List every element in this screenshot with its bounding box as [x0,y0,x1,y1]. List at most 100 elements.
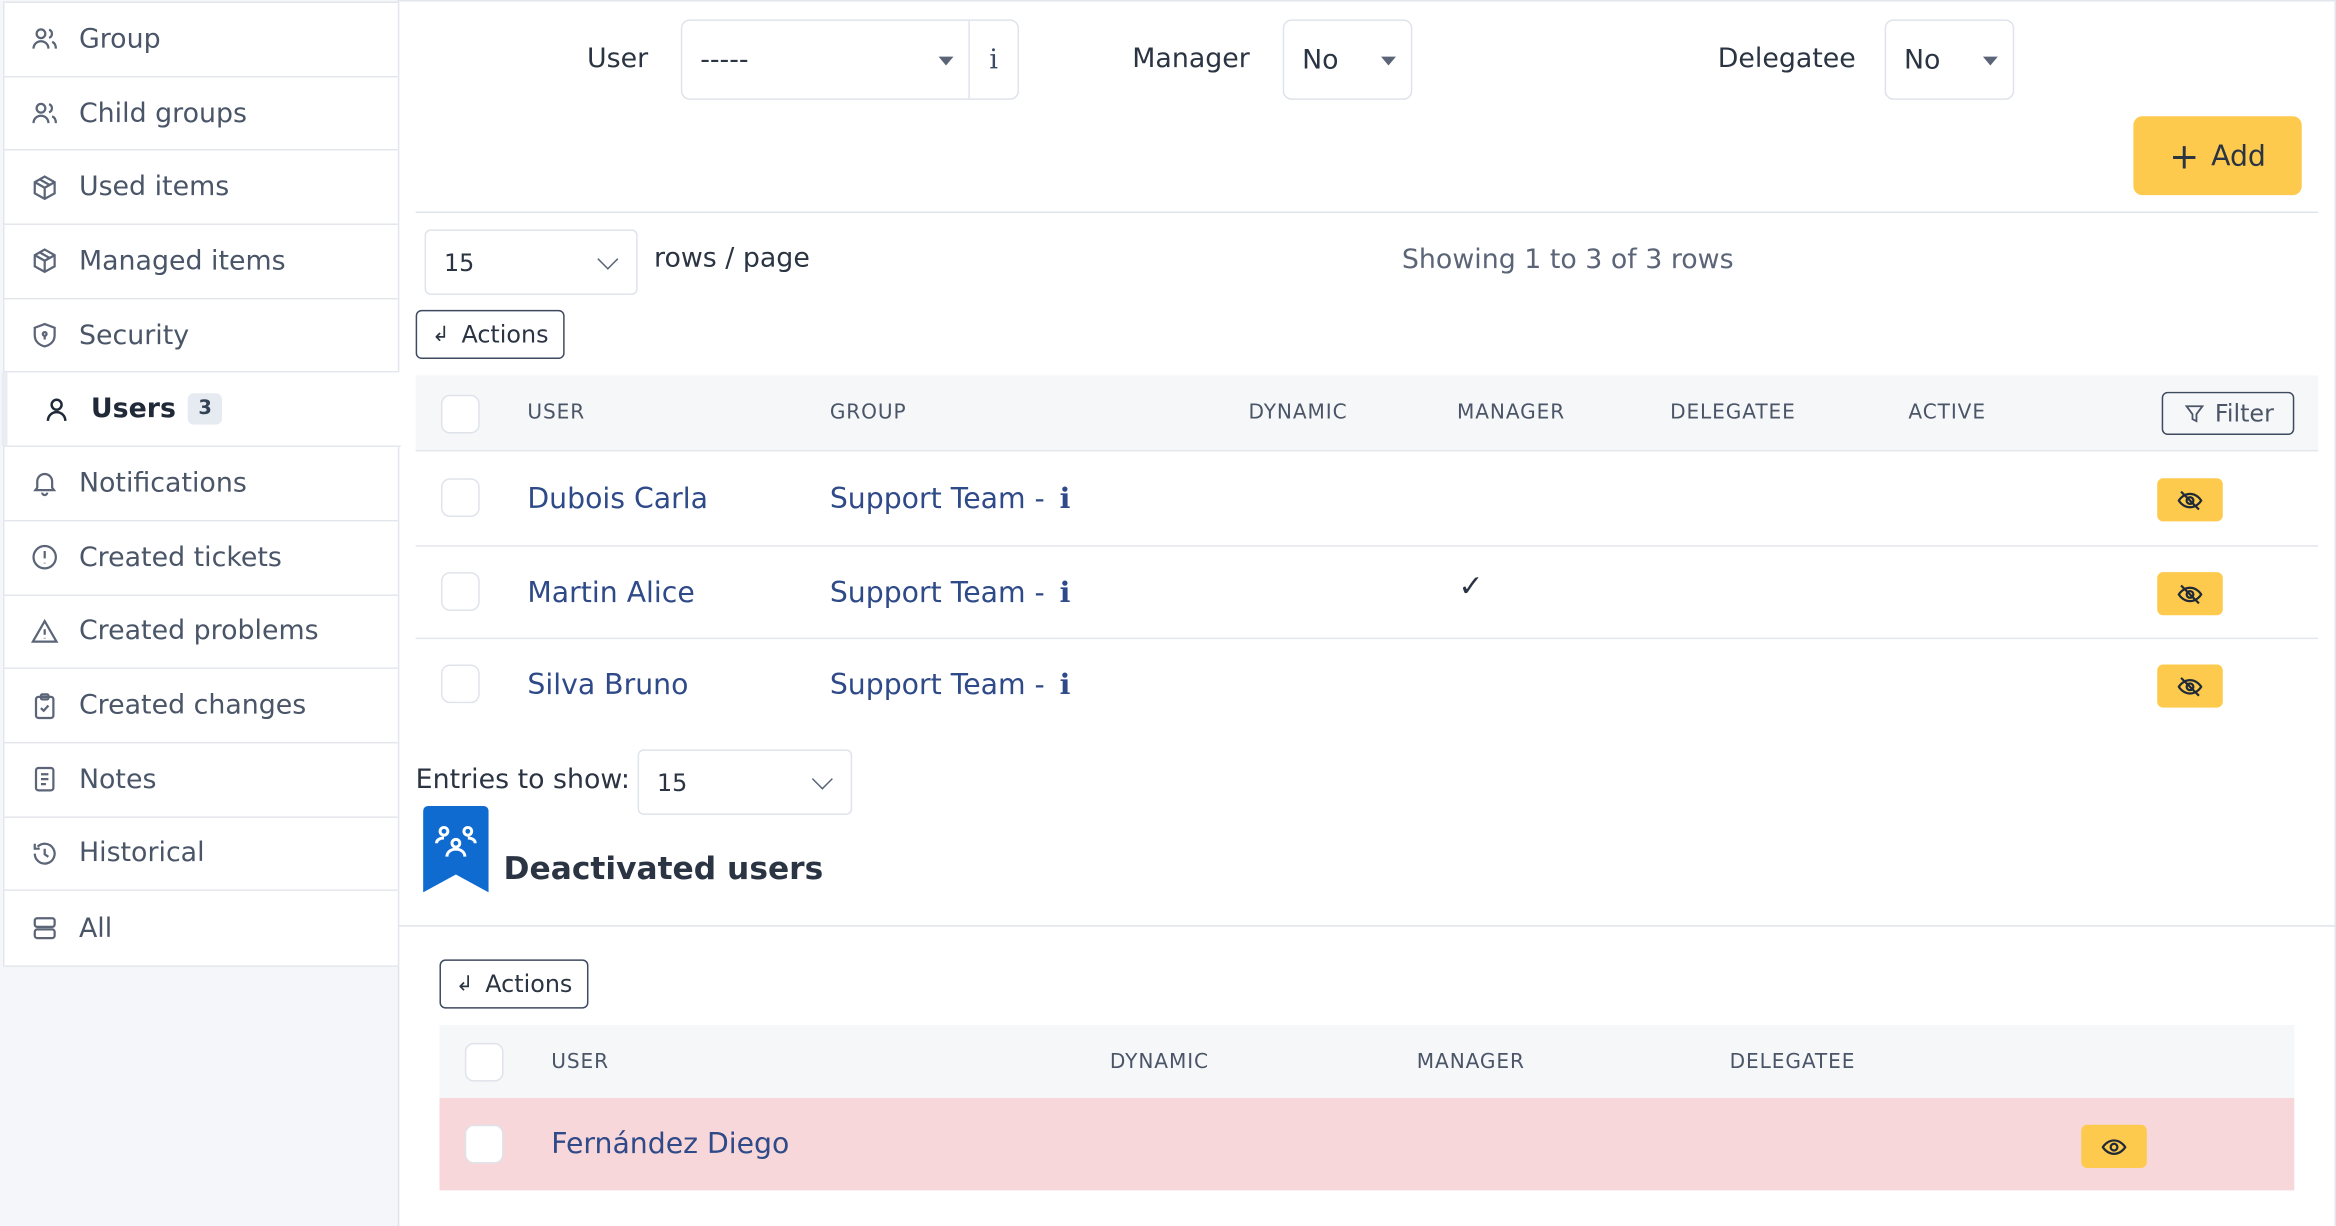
group-link[interactable]: Support Team - i [830,669,1071,702]
sidebar-item-used-items[interactable]: Used items [4,151,398,226]
eye-off-icon [2177,583,2203,604]
entries-label: Entries to show: [415,764,630,796]
eye-off-button[interactable] [2157,478,2223,522]
plus-icon: + [2169,134,2200,177]
select-all-checkbox[interactable] [464,1042,504,1082]
rows-per-page-select[interactable]: 15 [424,229,638,295]
table-row: Dubois Carla Support Team - i [415,451,2319,547]
row-checkbox[interactable] [464,1124,504,1164]
rows-per-page-label: rows / page [654,242,810,275]
manager-label: Manager [1132,43,1250,75]
sidebar-item-label: Child groups [78,97,247,129]
info-icon[interactable]: i [1060,482,1071,515]
package-icon [28,245,61,278]
funnel-icon [2184,404,2204,422]
sidebar-item-label: Historical [78,837,205,870]
entries-select[interactable]: 15 [637,749,853,815]
sidebar-item-label: Group [78,23,161,55]
column-header-user[interactable]: USER [551,1050,609,1074]
sidebar-list: Group Child groups Used items Managed it… [1,1,401,967]
corner-arrow-icon: ↲ [432,322,450,347]
user-select[interactable]: ----- i [680,19,1020,100]
group-link[interactable]: Support Team - i [830,482,1071,515]
sidebar-item-managed-items[interactable]: Managed items [4,225,398,300]
column-header-user[interactable]: USER [527,401,585,425]
users-icon [28,23,61,56]
eye-button[interactable] [2081,1124,2147,1169]
sidebar-item-notifications[interactable]: Notifications [4,447,398,522]
chevron-down-icon [811,768,833,790]
info-icon[interactable]: i [1060,669,1071,702]
row-checkbox[interactable] [440,478,480,517]
bell-icon [28,467,61,500]
table-header: USER GROUP DYNAMIC MANAGER DELEGATEE ACT… [415,375,2319,452]
sidebar-item-label: Created tickets [78,541,282,574]
add-button[interactable]: + Add [2133,116,2302,196]
group-link[interactable]: Support Team - i [830,576,1071,609]
stack-icon [28,912,61,945]
deactivated-users-ribbon-icon [423,805,489,893]
user-link[interactable]: Fernández Diego [551,1128,789,1161]
divider [415,211,2319,214]
deactivated-actions-button[interactable]: ↲ Actions [439,959,589,1009]
users-count-badge: 3 [187,393,223,426]
sidebar-item-label: Used items [78,171,230,203]
filter-button[interactable]: Filter [2161,391,2295,436]
sidebar-item-label: Users [90,393,177,426]
user-info-button[interactable]: i [968,20,1017,99]
column-header-delegatee[interactable]: DELEGATEE [1730,1050,1856,1074]
column-header-delegatee[interactable]: DELEGATEE [1670,401,1796,425]
sidebar-item-child-groups[interactable]: Child groups [4,77,398,152]
row-checkbox[interactable] [440,572,480,611]
group-name[interactable]: Support Team - [830,576,1045,609]
column-header-dynamic[interactable]: DYNAMIC [1110,1050,1209,1074]
filter-button-label: Filter [2214,399,2274,428]
group-name[interactable]: Support Team - [830,482,1045,515]
sidebar-item-historical[interactable]: Historical [4,817,398,892]
eye-icon [2101,1138,2127,1155]
sidebar-item-label: Managed items [78,245,286,277]
actions-button[interactable]: ↲ Actions [415,309,565,360]
showing-rows-text: Showing 1 to 3 of 3 rows [1401,244,1734,276]
column-header-manager[interactable]: MANAGER [1457,401,1565,425]
deactivated-users-title: Deactivated users [503,850,824,887]
user-link[interactable]: Martin Alice [527,576,694,609]
column-header-manager[interactable]: MANAGER [1417,1050,1525,1074]
table-row: Martin Alice Support Team - i ✓ [415,547,2319,640]
delegatee-select[interactable]: No [1884,19,2015,100]
sidebar-item-group[interactable]: Group [4,3,398,78]
sidebar-item-created-tickets[interactable]: Created tickets [4,521,398,596]
user-link[interactable]: Dubois Carla [527,482,708,515]
select-all-checkbox[interactable] [440,394,480,434]
user-select-value: ----- [700,43,749,76]
caret-down-icon [938,56,954,66]
caret-down-icon [1381,56,1396,66]
package-icon [28,171,61,204]
column-header-active[interactable]: ACTIVE [1908,401,1986,425]
entries-select-value: 15 [657,767,688,797]
main-panel: User ----- i Manager No Delegatee No + A… [399,0,2336,1226]
actions-button-label: Actions [485,969,573,999]
sidebar-item-security[interactable]: Security [4,299,398,374]
caret-down-icon [1982,56,1998,66]
info-icon[interactable]: i [1060,576,1071,609]
sidebar-item-all[interactable]: All [4,891,397,965]
sidebar-item-created-problems[interactable]: Created problems [4,595,398,670]
eye-off-button[interactable] [2157,664,2223,708]
column-header-group[interactable]: GROUP [830,401,907,425]
row-checkbox[interactable] [440,664,480,704]
column-header-dynamic[interactable]: DYNAMIC [1248,401,1347,425]
clipboard-check-icon [28,689,61,722]
user-icon [40,393,73,426]
sidebar-item-users[interactable]: Users 3 [1,373,401,448]
manager-select[interactable]: No [1282,19,1413,100]
rows-per-page-value: 15 [443,248,475,277]
delegatee-label: Delegatee [1717,43,1856,75]
notes-icon [28,763,61,796]
sidebar-item-notes[interactable]: Notes [4,743,398,818]
sidebar: Group Child groups Used items Managed it… [0,0,401,1226]
sidebar-item-created-changes[interactable]: Created changes [4,669,398,744]
user-link[interactable]: Silva Bruno [527,669,688,702]
group-name[interactable]: Support Team - [830,669,1045,702]
eye-off-button[interactable] [2157,572,2223,616]
